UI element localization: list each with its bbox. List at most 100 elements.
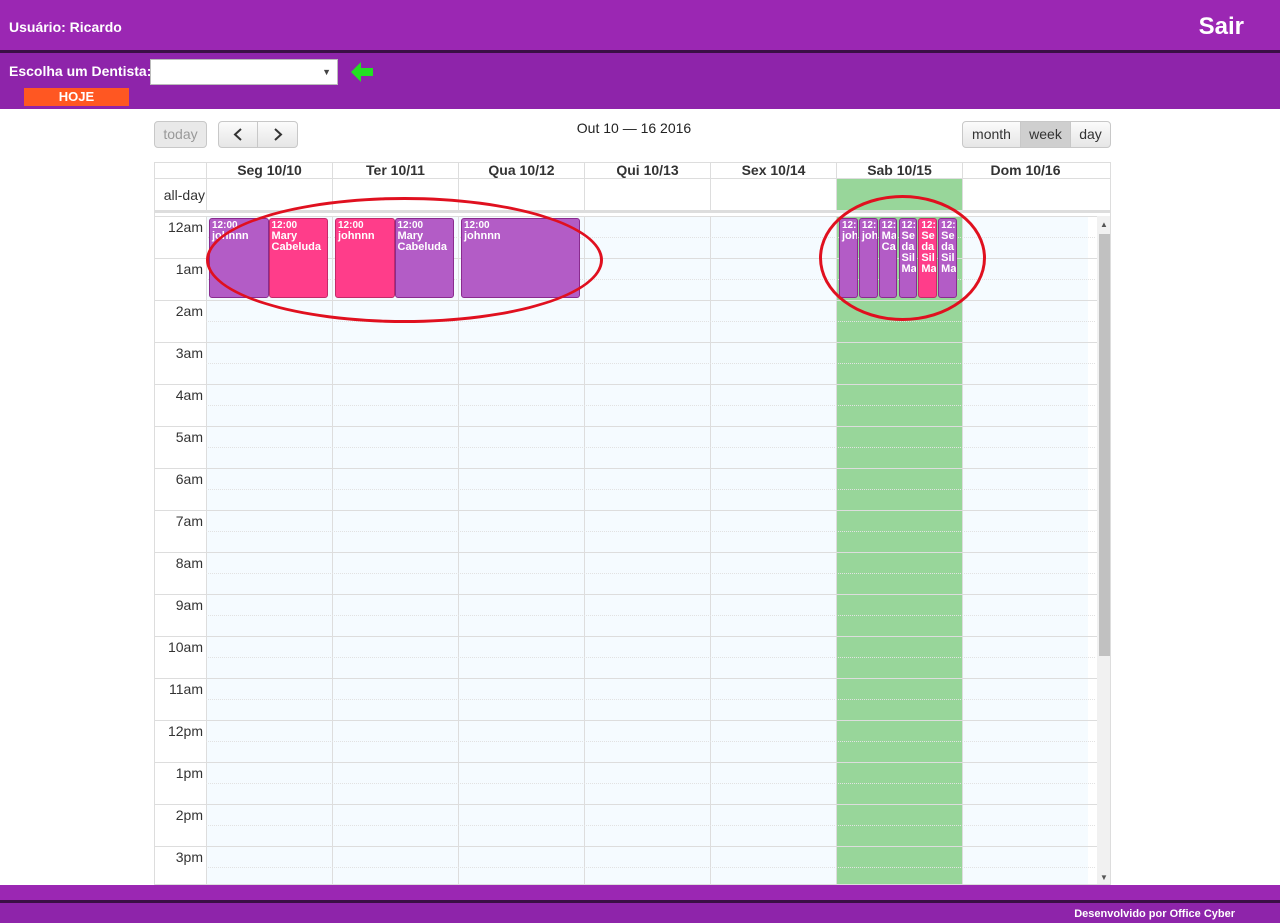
- dentist-bar: Escolha um Dentista: ▼ HOJE: [0, 53, 1280, 109]
- calendar-event[interactable]: 12: Se da Sil Ma: [898, 218, 918, 298]
- day-column[interactable]: [332, 216, 458, 884]
- event-title: Mary Cabeluda: [271, 230, 322, 253]
- day-header: Qui 10/13: [584, 163, 710, 179]
- hour-line: [155, 468, 1097, 469]
- day-header: Qua 10/12: [458, 163, 584, 179]
- logout-button[interactable]: Sair: [1199, 13, 1244, 41]
- allday-cell[interactable]: [332, 179, 458, 210]
- time-label: 3pm: [175, 849, 203, 865]
- today-button[interactable]: today: [154, 121, 207, 148]
- time-label: 2pm: [175, 807, 203, 823]
- view-month-button[interactable]: month: [962, 121, 1021, 148]
- arrow-left-icon[interactable]: [348, 58, 376, 86]
- day-column[interactable]: [962, 216, 1088, 884]
- dentist-label: Escolha um Dentista:: [9, 63, 152, 79]
- half-hour-line: [206, 447, 1095, 448]
- dentist-select[interactable]: ▼: [150, 59, 338, 85]
- allday-cell[interactable]: [962, 179, 1088, 210]
- allday-row: all-day: [155, 179, 1110, 213]
- day-header-row: Seg 10/10 Ter 10/11 Qua 10/12 Qui 10/13 Sex …: [155, 163, 1110, 179]
- time-label: 11am: [169, 681, 203, 697]
- footer-divider: [0, 900, 1280, 903]
- half-hour-line: [206, 363, 1095, 364]
- allday-cell[interactable]: [584, 179, 710, 210]
- view-week-button[interactable]: week: [1020, 121, 1071, 148]
- calendar-event[interactable]: 12: joh: [858, 218, 878, 298]
- hour-line: [155, 636, 1097, 637]
- hour-line: [155, 552, 1097, 553]
- hour-line: [155, 216, 1097, 217]
- half-hour-line: [206, 657, 1095, 658]
- hour-line: [155, 342, 1097, 343]
- time-label: 12am: [167, 219, 203, 235]
- calendar-event[interactable]: 12:00 Mary Cabeluda: [394, 218, 454, 298]
- calendar-event[interactable]: 12: joh: [839, 218, 858, 298]
- calendar-event[interactable]: 12: Se da Sil Ma: [918, 218, 938, 298]
- top-bar: Usuário: Ricardo Sair: [0, 0, 1280, 53]
- half-hour-line: [206, 783, 1095, 784]
- time-label: 12pm: [167, 723, 203, 739]
- view-day-button[interactable]: day: [1070, 121, 1111, 148]
- half-hour-line: [206, 489, 1095, 490]
- chevron-down-icon: ▼: [322, 67, 331, 77]
- calendar-event[interactable]: 12:00 johnnn: [461, 218, 580, 298]
- half-hour-line: [206, 321, 1095, 322]
- time-label: 5am: [175, 429, 203, 445]
- half-hour-line: [206, 825, 1095, 826]
- day-column[interactable]: [458, 216, 584, 884]
- time-label: 1pm: [175, 765, 203, 781]
- calendar-event[interactable]: 12: Ma Ca: [878, 218, 898, 298]
- half-hour-line: [206, 573, 1095, 574]
- footer-credit: Desenvolvido por Office Cyber: [1074, 908, 1235, 920]
- half-hour-line: [206, 405, 1095, 406]
- hour-line: [155, 426, 1097, 427]
- allday-label: all-day: [163, 187, 205, 203]
- event-title: Mary Cabeluda: [397, 230, 448, 253]
- hour-line: [155, 762, 1097, 763]
- time-label: 10am: [167, 639, 203, 655]
- scrollbar[interactable]: ▲ ▼: [1097, 216, 1110, 884]
- half-hour-line: [206, 867, 1095, 868]
- scroll-down-icon[interactable]: ▼: [1100, 873, 1108, 882]
- scroll-up-icon[interactable]: ▲: [1100, 220, 1108, 229]
- time-grid[interactable]: ▲ ▼ 12am 1am 2am 3am 4am 5am 6am 7am 8am 9am 10am 1…: [155, 216, 1110, 884]
- event-title: Ma Ca: [881, 230, 897, 253]
- allday-cell[interactable]: [458, 179, 584, 210]
- event-title: joh: [842, 230, 858, 242]
- prev-button[interactable]: [218, 121, 258, 148]
- calendar-event[interactable]: 12:00 johnnn: [209, 218, 269, 298]
- event-title: johnnn: [464, 230, 501, 242]
- day-header: Dom 10/16: [962, 163, 1088, 179]
- time-label: 8am: [175, 555, 203, 571]
- week-grid: Seg 10/10 Ter 10/11 Qua 10/12 Qui 10/13 Sex …: [154, 162, 1111, 885]
- time-label: 7am: [175, 513, 203, 529]
- allday-cell[interactable]: [206, 179, 332, 210]
- hour-line: [155, 594, 1097, 595]
- time-label: 1am: [175, 261, 203, 277]
- time-label: 6am: [175, 471, 203, 487]
- half-hour-line: [206, 699, 1095, 700]
- day-header: Seg 10/10: [206, 163, 332, 179]
- next-button[interactable]: [257, 121, 298, 148]
- calendar-event[interactable]: 12: Se da Sil Ma: [938, 218, 957, 298]
- day-column[interactable]: [836, 216, 962, 884]
- hoje-button[interactable]: HOJE: [24, 88, 129, 106]
- hour-line: [155, 846, 1097, 847]
- time-label: 2am: [175, 303, 203, 319]
- allday-cell[interactable]: [836, 179, 962, 210]
- allday-cell[interactable]: [710, 179, 836, 210]
- event-title: johnnn: [338, 230, 375, 242]
- calendar: today Out 10 — 16 2016 month week day Se…: [154, 109, 1111, 885]
- half-hour-line: [206, 615, 1095, 616]
- day-column[interactable]: [206, 216, 332, 884]
- hour-line: [155, 720, 1097, 721]
- calendar-event[interactable]: 12:00 Mary Cabeluda: [268, 218, 328, 298]
- calendar-event[interactable]: 12:00 johnnn: [335, 218, 395, 298]
- time-label: 4am: [175, 387, 203, 403]
- day-column[interactable]: [710, 216, 836, 884]
- day-column[interactable]: [584, 216, 710, 884]
- scroll-thumb[interactable]: [1099, 234, 1110, 656]
- event-title: Se da Sil Ma: [901, 230, 917, 275]
- half-hour-line: [206, 531, 1095, 532]
- event-title: joh: [861, 230, 878, 242]
